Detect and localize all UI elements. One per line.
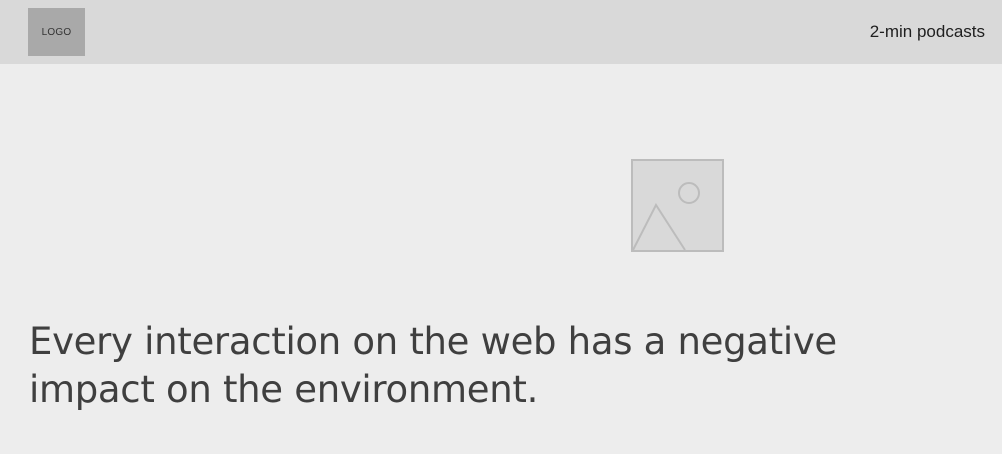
nav-link-2-min-podcasts[interactable]: 2-min podcasts [870,22,985,42]
image-placeholder-icon [631,159,724,252]
logo[interactable]: LOGO [28,8,85,56]
hero-headline: Every interaction on the web has a negat… [29,320,837,411]
site-header: LOGO 2-min podcasts [0,0,1002,64]
